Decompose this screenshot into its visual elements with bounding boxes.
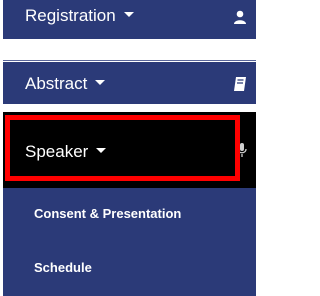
- sidebar-menu: Registration Abstract Speaker Consent & …: [0, 0, 262, 296]
- menu-item-registration[interactable]: Registration: [3, 0, 256, 39]
- submenu-item-consent-presentation[interactable]: Consent & Presentation: [3, 188, 256, 242]
- menu-item-label: Abstract: [25, 74, 106, 94]
- caret-down-icon: [95, 80, 106, 86]
- caret-down-icon: [123, 12, 134, 18]
- menu-item-label: Speaker: [25, 142, 107, 162]
- menu-item-abstract[interactable]: Abstract: [3, 62, 256, 104]
- submenu-item-label: Consent & Presentation: [34, 206, 182, 221]
- menu-divider: [3, 60, 256, 61]
- user-icon: [234, 10, 246, 24]
- abstract-label: Abstract: [25, 74, 88, 93]
- registration-label: Registration: [25, 6, 116, 25]
- book-icon: [234, 77, 246, 91]
- submenu-item-schedule[interactable]: Schedule: [3, 242, 256, 296]
- caret-down-icon: [96, 148, 107, 154]
- menu-item-speaker[interactable]: Speaker: [3, 112, 256, 188]
- submenu-item-label: Schedule: [34, 260, 92, 275]
- menu-item-label: Registration: [25, 6, 134, 26]
- speaker-label: Speaker: [25, 142, 89, 161]
- microphone-icon: [237, 143, 247, 157]
